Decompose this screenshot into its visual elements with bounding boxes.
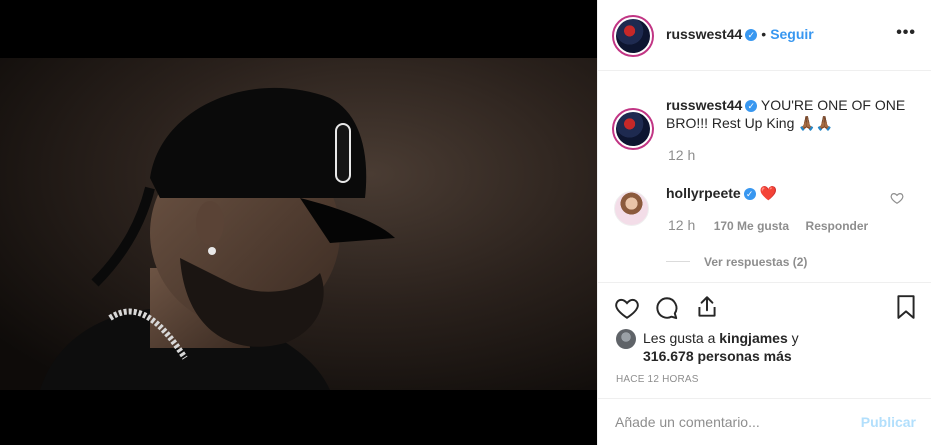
comment-time[interactable]: 12 h	[668, 217, 695, 233]
reply-button[interactable]: Responder	[806, 219, 869, 233]
follow-button[interactable]: Seguir	[770, 26, 814, 42]
caption-author-avatar[interactable]	[612, 108, 654, 150]
post-photo[interactable]	[0, 58, 597, 390]
heart-icon[interactable]	[614, 295, 640, 321]
caption-username[interactable]: russwest44	[666, 97, 742, 113]
verified-badge-icon: ✓	[745, 100, 758, 113]
post-sidebar: russwest44 ✓ • Seguir ••• russwest44 ✓ YOU'R…	[597, 0, 931, 445]
post-timestamp[interactable]: HACE 12 HORAS	[616, 374, 699, 385]
caption-author-avatar-image	[616, 112, 650, 146]
author-username[interactable]: russwest44	[666, 26, 742, 42]
comment-text: ❤️	[759, 185, 778, 201]
caption: russwest44 ✓ YOU'RE ONE OF ONE BRO!!! Res…	[666, 96, 906, 132]
bookmark-icon[interactable]	[893, 294, 919, 320]
comment-input[interactable]	[615, 414, 845, 430]
caption-time[interactable]: 12 h	[668, 147, 695, 163]
liker-avatar[interactable]	[616, 329, 636, 349]
replies-divider	[666, 261, 690, 263]
likes-prefix: Les gusta a	[643, 330, 716, 346]
comment: hollyrpeete ✓ ❤️	[666, 184, 886, 202]
post-header: russwest44 ✓ • Seguir •••	[598, 0, 931, 71]
more-horizontal-icon[interactable]: •••	[896, 24, 916, 42]
comment-likes[interactable]: 170 Me gusta	[714, 219, 789, 233]
verified-badge-icon: ✓	[743, 188, 756, 201]
post-media	[0, 0, 597, 445]
comment-like-heart-icon[interactable]	[890, 191, 904, 205]
likes-connector: y	[791, 330, 799, 346]
author-avatar[interactable]	[612, 15, 654, 57]
add-comment-bar: Publicar	[598, 398, 931, 445]
separator-dot: •	[761, 26, 767, 42]
verified-badge-icon: ✓	[745, 28, 758, 41]
publish-button[interactable]: Publicar	[861, 414, 916, 430]
commenter-avatar[interactable]	[614, 191, 649, 226]
likes-user[interactable]: kingjames	[719, 330, 787, 346]
share-icon[interactable]	[694, 294, 720, 320]
view-replies-button[interactable]: Ver respuestas (2)	[704, 255, 807, 269]
comments-section: russwest44 ✓ YOU'RE ONE OF ONE BRO!!! Res…	[598, 72, 931, 282]
author-avatar-image	[616, 19, 650, 53]
comment-username[interactable]: hollyrpeete	[666, 185, 741, 201]
portrait-illustration	[0, 58, 597, 390]
comment-bubble-icon[interactable]	[654, 295, 680, 321]
post-actions: Les gusta a kingjames y 316.678 personas…	[598, 282, 931, 394]
likes-others[interactable]: 316.678 personas más	[643, 348, 792, 364]
comment-meta-row: 12 h 170 Me gusta Responder	[668, 217, 868, 235]
likes-summary: Les gusta a kingjames y 316.678 personas…	[643, 329, 903, 365]
header-user-row: russwest44 ✓ • Seguir	[666, 26, 814, 44]
view-replies-row: Ver respuestas (2)	[666, 253, 807, 271]
